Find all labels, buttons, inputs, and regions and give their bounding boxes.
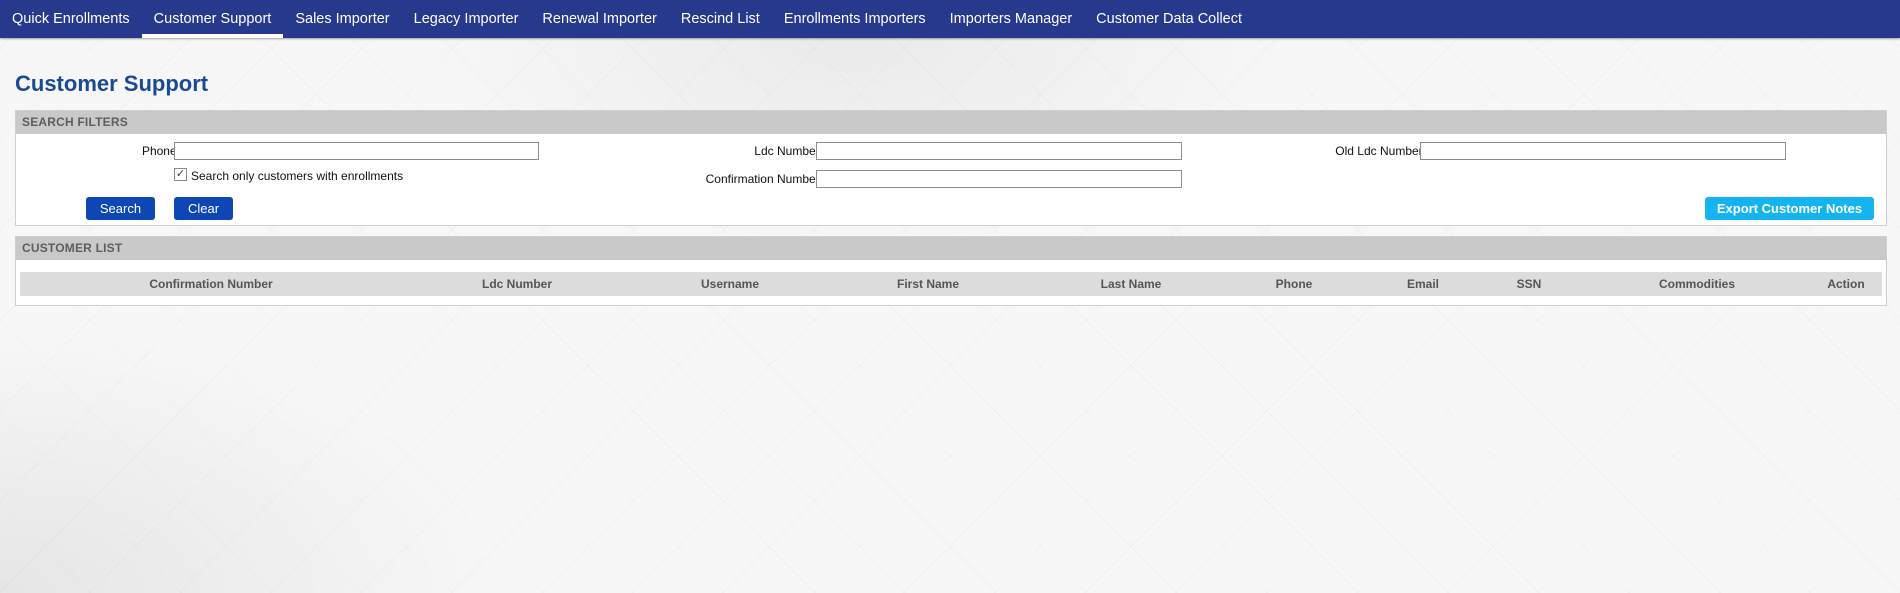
- phone-input[interactable]: [174, 142, 539, 160]
- search-button[interactable]: Search: [86, 197, 155, 220]
- page-title: Customer Support: [15, 71, 209, 96]
- column-ssn[interactable]: SSN: [1517, 272, 1542, 296]
- search-filters-panel: SEARCH FILTERS Phone: Ldc Number: Old Ld…: [15, 110, 1887, 226]
- old-ldc-number-input[interactable]: [1420, 142, 1786, 160]
- customer-table-header: Confirmation Number Ldc Number Username …: [20, 272, 1882, 296]
- enrollments-only-label: Search only customers with enrollments: [191, 169, 404, 183]
- column-first-name[interactable]: First Name: [897, 272, 959, 296]
- ldc-number-input[interactable]: [816, 142, 1182, 160]
- column-last-name[interactable]: Last Name: [1101, 272, 1162, 296]
- nav-quick-enrollments[interactable]: Quick Enrollments: [0, 0, 142, 38]
- export-customer-notes-button[interactable]: Export Customer Notes: [1705, 197, 1874, 220]
- customer-list-header: CUSTOMER LIST: [16, 237, 1886, 260]
- column-phone[interactable]: Phone: [1276, 272, 1313, 296]
- nav-customer-support[interactable]: Customer Support: [141, 0, 284, 38]
- enrollments-only-checkbox[interactable]: ✓: [174, 168, 187, 181]
- ldc-number-label: Ldc Number:: [754, 144, 823, 158]
- column-email[interactable]: Email: [1407, 272, 1439, 296]
- column-action[interactable]: Action: [1827, 272, 1864, 296]
- column-username[interactable]: Username: [701, 272, 759, 296]
- nav-importers-manager[interactable]: Importers Manager: [938, 0, 1085, 38]
- confirmation-number-label: Confirmation Number:: [705, 172, 823, 186]
- search-filters-header: SEARCH FILTERS: [16, 111, 1886, 134]
- column-confirmation-number[interactable]: Confirmation Number: [149, 272, 272, 296]
- checkmark-icon: ✓: [175, 168, 186, 180]
- top-navigation: Quick Enrollments Customer Support Sales…: [0, 0, 1900, 38]
- nav-customer-data-collect[interactable]: Customer Data Collect: [1084, 0, 1254, 38]
- main-content: Customer Support SEARCH FILTERS Phone: L…: [15, 38, 1887, 306]
- clear-button[interactable]: Clear: [174, 197, 233, 220]
- customer-list-panel: CUSTOMER LIST Confirmation Number Ldc Nu…: [15, 236, 1887, 306]
- confirmation-number-input[interactable]: [816, 170, 1182, 188]
- nav-sales-importer[interactable]: Sales Importer: [283, 0, 401, 38]
- search-filters-body: Phone: Ldc Number: Old Ldc Number: ✓ Sea…: [16, 134, 1886, 226]
- nav-enrollments-importers[interactable]: Enrollments Importers: [772, 0, 938, 38]
- column-commodities[interactable]: Commodities: [1659, 272, 1735, 296]
- nav-rescind-list[interactable]: Rescind List: [669, 0, 772, 38]
- nav-legacy-importer[interactable]: Legacy Importer: [402, 0, 531, 38]
- old-ldc-number-label: Old Ldc Number:: [1335, 144, 1426, 158]
- nav-renewal-importer[interactable]: Renewal Importer: [530, 0, 668, 38]
- column-ldc-number[interactable]: Ldc Number: [482, 272, 552, 296]
